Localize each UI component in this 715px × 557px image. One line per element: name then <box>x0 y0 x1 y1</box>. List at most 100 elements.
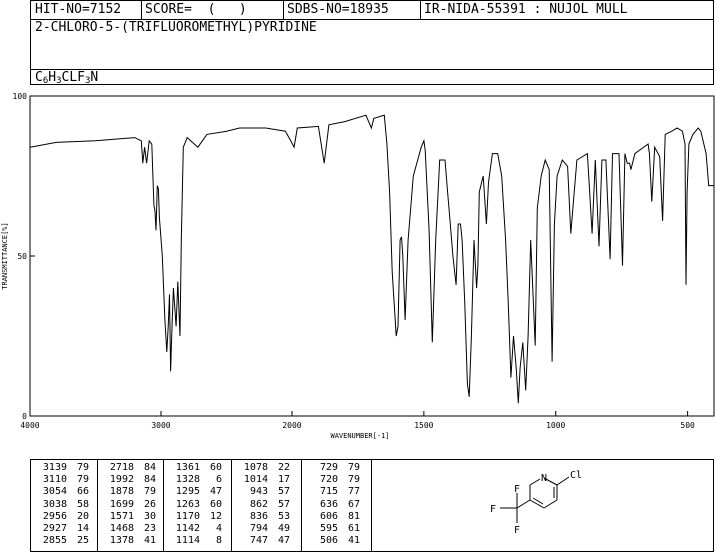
peak-transmittance: 79 <box>347 474 360 486</box>
peak-transmittance: 4 <box>215 523 222 534</box>
chlorine-label: Cl <box>570 470 582 481</box>
peak-wavenumber: 3054 <box>42 486 67 498</box>
peak-transmittance: 57 <box>277 486 290 498</box>
peak-wavenumber: 3038 <box>42 498 67 510</box>
peak-wavenumber: 836 <box>249 510 268 522</box>
peak-wavenumber: 747 <box>249 535 268 547</box>
peak-transmittance: 77 <box>347 486 360 498</box>
peak-transmittance: 57 <box>277 498 290 510</box>
x-tick-label: 2000 <box>282 421 301 430</box>
spectrum-line <box>29 114 714 404</box>
chart-ticks: 4000 3000 2000 1500 1000 500 0 50 100 <box>13 92 695 430</box>
peak-transmittance: 61 <box>347 523 360 534</box>
peak-wavenumber: 1361 <box>175 462 200 473</box>
peak-wavenumber: 606 <box>319 510 338 522</box>
peak-column: 1078 22 1014 17 943 57 862 57 836 53 794 49 747 47 <box>231 460 301 551</box>
peak-transmittance: 26 <box>143 498 156 510</box>
peak-wavenumber: 595 <box>319 523 338 534</box>
fluorine-label-bottom: F <box>514 525 520 536</box>
peak-wavenumber: 729 <box>319 462 338 473</box>
peak-wavenumber: 1992 <box>109 474 134 486</box>
peak-transmittance: 41 <box>347 535 360 547</box>
y-tick-label: 50 <box>17 252 27 261</box>
x-tick-label: 3000 <box>151 421 170 430</box>
y-tick-label: 100 <box>13 92 28 101</box>
ir-spectrum-chart: 4000 3000 2000 1500 1000 500 0 50 100 WAVENUMBER… <box>1 92 715 440</box>
peak-transmittance: 20 <box>76 510 89 522</box>
peak-wavenumber: 1878 <box>109 486 134 498</box>
peak-wavenumber: 794 <box>249 523 268 534</box>
peak-wavenumber: 1263 <box>175 498 200 510</box>
peak-table: 3139 79 3110 79 3054 66 3038 58 2956 20 2927 14 2855… <box>30 459 372 552</box>
formula-element: H <box>48 70 57 85</box>
nitrogen-label: N <box>541 473 547 484</box>
peak-transmittance: 79 <box>347 462 360 473</box>
peak-transmittance: 25 <box>76 535 89 547</box>
y-tick-label: 0 <box>22 412 27 421</box>
peak-wavenumber: 1378 <box>109 535 134 547</box>
peak-wavenumber: 3139 <box>42 462 67 473</box>
formula-element: C <box>35 70 43 85</box>
peak-transmittance: 8 <box>215 535 222 547</box>
peak-wavenumber: 2956 <box>42 510 67 522</box>
peak-transmittance: 60 <box>209 498 222 510</box>
formula-rule <box>31 69 713 70</box>
formula-element: CLF <box>61 70 85 85</box>
peak-transmittance: 47 <box>277 535 290 547</box>
molecular-formula: C6H3CLF3N <box>35 71 98 88</box>
plot-frame <box>29 95 715 417</box>
peak-column: 729 79 720 79 715 77 636 67 606 81 595 61 506 41 <box>301 460 371 551</box>
peak-column: 3139 79 3110 79 3054 66 3038 58 2956 20 2927 14 2855… <box>31 460 97 551</box>
peak-wavenumber: 1142 <box>175 523 200 534</box>
peak-transmittance: 14 <box>76 523 89 534</box>
peak-wavenumber: 3110 <box>42 474 67 486</box>
peak-transmittance: 79 <box>143 486 156 498</box>
peak-transmittance: 47 <box>209 486 222 498</box>
peak-wavenumber: 1295 <box>175 486 200 498</box>
peak-transmittance: 6 <box>215 474 222 486</box>
sdbs-number: SDBS-NO=18935 <box>287 2 389 17</box>
peak-wavenumber: 506 <box>319 535 338 547</box>
peak-transmittance: 49 <box>277 523 290 534</box>
hit-number: HIT-NO=7152 <box>35 2 122 17</box>
chart-axes <box>29 95 715 417</box>
x-tick-label: 500 <box>680 421 695 430</box>
peak-wavenumber: 862 <box>249 498 268 510</box>
peak-wavenumber: 1328 <box>175 474 200 486</box>
peak-transmittance: 84 <box>143 474 156 486</box>
peak-transmittance: 79 <box>76 462 89 473</box>
peak-wavenumber: 2855 <box>42 535 67 547</box>
peak-transmittance: 58 <box>76 498 89 510</box>
peak-wavenumber: 1699 <box>109 498 134 510</box>
fluorine-label-top: F <box>514 484 520 495</box>
peak-transmittance: 41 <box>143 535 156 547</box>
peak-transmittance: 30 <box>143 510 156 522</box>
score: SCORE= ( ) <box>145 2 247 17</box>
peak-transmittance: 67 <box>347 498 360 510</box>
peak-transmittance: 60 <box>209 462 222 473</box>
peak-column: 2718 84 1992 84 1878 79 1699 26 1571 30 1468 23 1378… <box>97 460 163 551</box>
peak-wavenumber: 715 <box>319 486 338 498</box>
peak-wavenumber: 1114 <box>175 535 200 547</box>
y-axis-label: TRANSMITTANCE[%] <box>1 222 9 289</box>
peak-transmittance: 53 <box>277 510 290 522</box>
peak-wavenumber: 636 <box>319 498 338 510</box>
peak-wavenumber: 1571 <box>109 510 134 522</box>
structure-panel: N Cl F F F <box>372 459 714 552</box>
peak-transmittance: 81 <box>347 510 360 522</box>
x-tick-label: 1000 <box>546 421 565 430</box>
peak-transmittance: 23 <box>143 523 156 534</box>
peak-column: 1361 60 1328 6 1295 47 1263 60 1170 12 1142 4 1114 8 <box>163 460 231 551</box>
peak-wavenumber: 2718 <box>109 462 134 473</box>
peak-transmittance: 22 <box>277 462 290 473</box>
peak-transmittance: 79 <box>76 474 89 486</box>
peak-wavenumber: 1078 <box>243 462 268 473</box>
x-axis-label: WAVENUMBER[-1] <box>330 432 389 440</box>
peak-wavenumber: 1170 <box>175 510 200 522</box>
peak-wavenumber: 2927 <box>42 523 67 534</box>
molecule-structure-icon: N Cl F F F <box>490 470 582 536</box>
peak-transmittance: 66 <box>76 486 89 498</box>
peak-transmittance: 84 <box>143 462 156 473</box>
peak-wavenumber: 943 <box>249 486 268 498</box>
x-tick-label: 4000 <box>20 421 39 430</box>
